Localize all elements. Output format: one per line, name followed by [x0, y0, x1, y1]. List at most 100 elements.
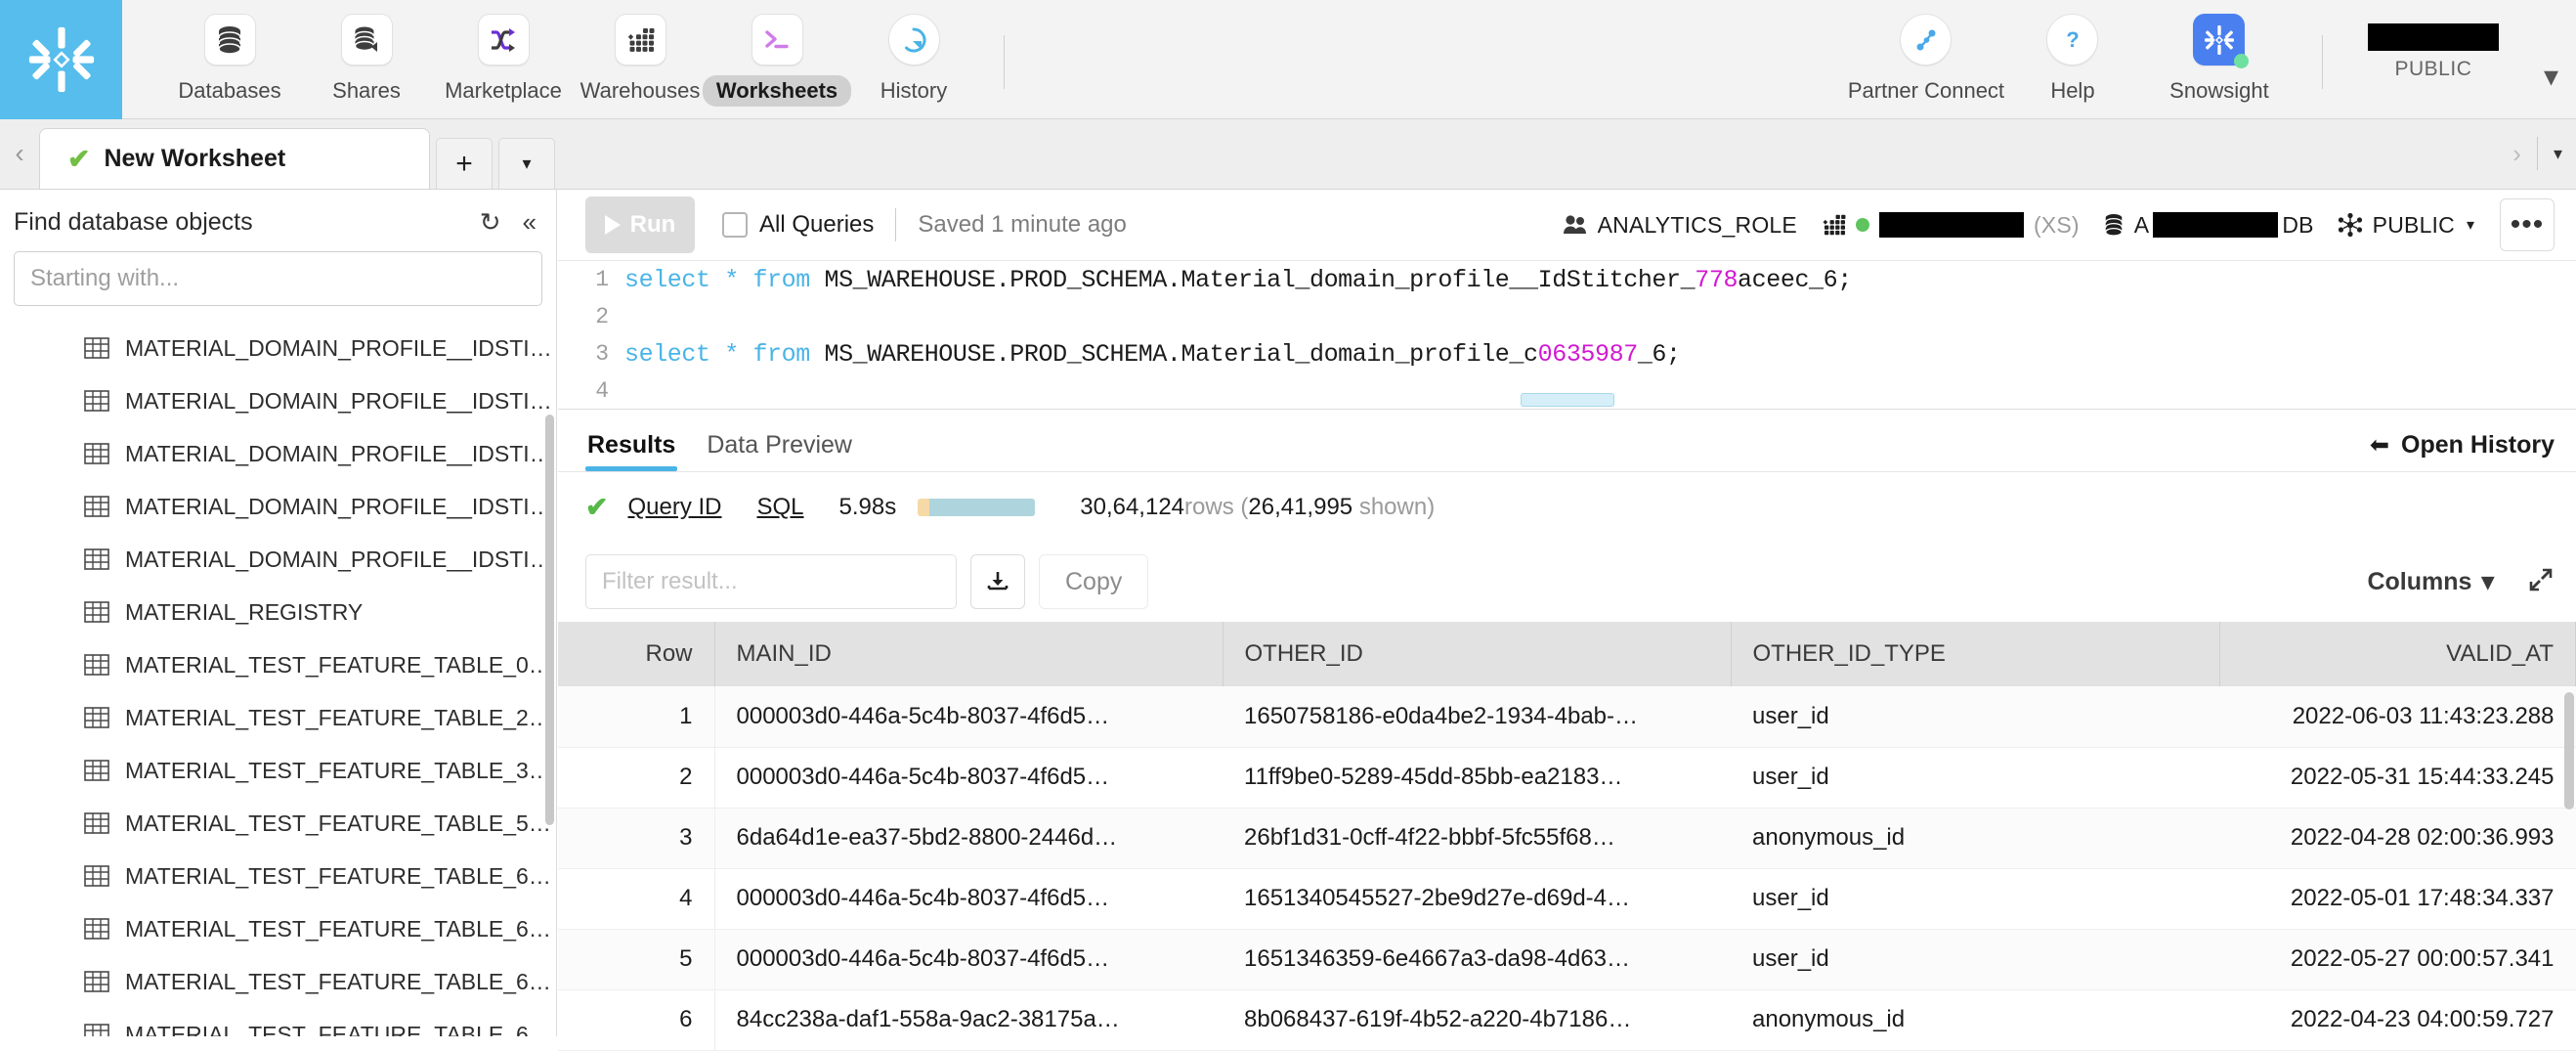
tab-results[interactable]: Results — [572, 431, 691, 471]
context-warehouse-selector[interactable]: (XS) — [1821, 212, 2080, 239]
database-suffix-label: DB — [2282, 211, 2314, 238]
all-queries-label: All Queries — [759, 211, 875, 238]
sidebar-list-item[interactable]: MATERIAL_DOMAIN_PROFILE__IDSTIT… — [0, 374, 556, 427]
schema-chevron-down-icon[interactable]: ▾ — [2467, 215, 2474, 235]
partner-connect-icon — [1916, 29, 1936, 50]
snowsight-status-dot — [2234, 54, 2250, 68]
sidebar-list-item[interactable]: MATERIAL_TEST_FEATURE_TABLE_631… — [0, 850, 556, 902]
cell-other-id-type: user_id — [1731, 868, 2219, 930]
worksheet-menu-chevron-down-icon[interactable]: ▾ — [498, 138, 555, 189]
sidebar-list-item-label: MATERIAL_TEST_FEATURE_TABLE_675… — [125, 1021, 556, 1037]
nav-item-shares[interactable]: Shares — [298, 14, 435, 107]
results-grid-scrollbar[interactable] — [2564, 692, 2574, 810]
open-history-button[interactable]: ⬅ Open History — [2370, 431, 2555, 471]
query-id-link[interactable]: Query ID — [627, 494, 721, 521]
download-results-button[interactable] — [970, 554, 1025, 609]
top-navigation-bar: Databases Shares Marketplace Warehouses … — [0, 0, 2576, 119]
sql-code-line: 3 select * from MS_WAREHOUSE.PROD_SCHEMA.… — [558, 335, 2576, 372]
all-queries-checkbox[interactable] — [722, 212, 748, 238]
filter-result-input[interactable] — [585, 554, 957, 609]
sidebar-list-item[interactable]: MATERIAL_TEST_FEATURE_TABLE_675… — [0, 1008, 556, 1036]
nav-item-help[interactable]: ? Help — [1999, 14, 2146, 107]
context-schema-selector[interactable]: PUBLIC ▾ — [2338, 212, 2474, 239]
tabs-scroll-right-icon[interactable]: › — [2512, 139, 2521, 169]
sidebar-list-item[interactable]: MATERIAL_TEST_FEATURE_TABLE_30F… — [0, 744, 556, 797]
context-role-selector[interactable]: ANALYTICS_ROLE — [1563, 212, 1797, 239]
sidebar-list-item[interactable]: MATERIAL_TEST_FEATURE_TABLE_5BE… — [0, 797, 556, 850]
column-header-other-id-type[interactable]: OTHER_ID_TYPE — [1731, 622, 2220, 686]
download-icon — [987, 572, 1009, 591]
sql-token: * — [724, 339, 739, 369]
row-count-rows-word: rows ( — [1184, 493, 1249, 520]
table-row[interactable]: 3 6da64d1e-ea37-5bd2-8800-2446d… 26bf1d31-… — [558, 808, 2576, 869]
sidebar-list-item[interactable]: MATERIAL_DOMAIN_PROFILE__IDSTIT… — [0, 480, 556, 533]
table-row[interactable]: 4 000003d0-446a-5c4b-8037-4f6d5… 165134054… — [558, 868, 2576, 930]
sql-line-content[interactable]: select * from MS_WAREHOUSE.PROD_SCHEMA.M… — [624, 266, 1852, 294]
sidebar-list-item[interactable]: MATERIAL_TEST_FEATURE_TABLE_631… — [0, 902, 556, 955]
table-row[interactable]: 2 000003d0-446a-5c4b-8037-4f6d5… 11ff9be0-… — [558, 747, 2576, 809]
expand-results-button[interactable] — [2527, 566, 2555, 598]
duration-segment-queued — [918, 498, 930, 516]
column-header-other-id[interactable]: OTHER_ID — [1223, 622, 1732, 686]
worksheet-tab-new-worksheet[interactable]: ✔ New Worksheet — [39, 128, 430, 189]
snowflake-logo-button[interactable] — [0, 0, 122, 119]
results-tab-bar: Results Data Preview ⬅ Open History — [558, 409, 2576, 471]
cell-other-id-type: user_id — [1731, 929, 2219, 990]
tabstrip-divider — [2536, 137, 2538, 170]
sql-token: MS_WAREHOUSE.PROD_SCHEMA.Material_domain… — [809, 265, 1696, 294]
sidebar-list-item-label: MATERIAL_TEST_FEATURE_TABLE_213… — [125, 704, 556, 730]
sql-link[interactable]: SQL — [757, 494, 804, 521]
cell-valid-at: 2022-05-01 17:48:34.337 — [2219, 868, 2576, 930]
tabstrip-overflow-chevron-down-icon[interactable]: ▾ — [2554, 144, 2562, 164]
question-mark-icon: ? — [2066, 27, 2079, 52]
tabs-scroll-left-icon[interactable]: ‹ — [0, 118, 39, 189]
sql-token: _6; — [1637, 339, 1681, 369]
nav-item-marketplace[interactable]: Marketplace — [435, 14, 572, 107]
new-worksheet-button[interactable]: + — [436, 138, 493, 189]
sql-line-content[interactable]: select * from MS_WAREHOUSE.PROD_SCHEMA.M… — [624, 340, 1681, 369]
user-menu-chevron-down-icon[interactable]: ▾ — [2544, 38, 2558, 94]
nav-item-databases[interactable]: Databases — [161, 14, 298, 107]
sql-editor[interactable]: 1 select * from MS_WAREHOUSE.PROD_SCHEMA.… — [558, 260, 2576, 409]
sidebar-list-item[interactable]: MATERIAL_DOMAIN_PROFILE__IDSTIT… — [0, 322, 556, 374]
nav-label-databases: Databases — [178, 78, 281, 103]
table-row[interactable]: 6 84cc238a-daf1-558a-9ac2-38175a… 8b068437… — [558, 989, 2576, 1051]
sidebar-list-item[interactable]: MATERIAL_DOMAIN_PROFILE__IDSTIT… — [0, 533, 556, 586]
sidebar-list-item[interactable]: MATERIAL_TEST_FEATURE_TABLE_0B7… — [0, 638, 556, 691]
nav-item-worksheets[interactable]: Worksheets — [702, 14, 852, 107]
column-header-main-id[interactable]: MAIN_ID — [714, 622, 1224, 686]
columns-dropdown[interactable]: Columns ▾ — [2367, 567, 2494, 596]
refresh-icon[interactable]: ↻ — [480, 207, 501, 238]
column-header-row[interactable]: Row — [558, 622, 715, 686]
context-database-selector[interactable]: A DB — [2103, 212, 2314, 239]
worksheet-more-options-button[interactable]: ••• — [2500, 198, 2555, 251]
sidebar-list-item[interactable]: MATERIAL_REGISTRY — [0, 586, 556, 638]
sidebar-scrollbar[interactable] — [545, 415, 554, 825]
sidebar-list-item[interactable]: MATERIAL_TEST_FEATURE_TABLE_675… — [0, 955, 556, 1008]
table-row[interactable]: 5 000003d0-446a-5c4b-8037-4f6d5… 165134635… — [558, 929, 2576, 990]
run-button[interactable]: Run — [585, 197, 695, 253]
nav-item-warehouses[interactable]: Warehouses — [572, 14, 708, 107]
sidebar-list-item[interactable]: MATERIAL_DOMAIN_PROFILE__IDSTIT… — [0, 427, 556, 480]
cell-other-id: 8b068437-619f-4b52-a220-4b7186… — [1223, 989, 1731, 1051]
nav-item-partner-connect[interactable]: Partner Connect — [1848, 14, 2004, 107]
sidebar-list-item[interactable]: MATERIAL_TEST_FEATURE_TABLE_213… — [0, 691, 556, 744]
tab-data-preview[interactable]: Data Preview — [691, 431, 868, 471]
table-row[interactable]: 1 000003d0-446a-5c4b-8037-4f6d5… 165075818… — [558, 686, 2576, 748]
sql-token: select — [624, 265, 710, 294]
cell-other-id-type: anonymous_id — [1731, 808, 2219, 869]
nav-item-snowsight[interactable]: Snowsight — [2146, 14, 2293, 107]
nav-item-history[interactable]: History — [845, 14, 982, 107]
sql-line-number: 2 — [595, 304, 609, 329]
database-object-search-input[interactable] — [14, 251, 542, 306]
collapse-left-icon[interactable]: « — [523, 207, 537, 238]
copy-results-button[interactable]: Copy — [1039, 554, 1149, 609]
table-icon — [84, 548, 109, 570]
user-account-block[interactable]: PUBLIC — [2340, 14, 2526, 81]
column-header-valid-at[interactable]: VALID_AT — [2219, 622, 2576, 686]
query-success-check-icon: ✔ — [585, 492, 609, 522]
run-button-label: Run — [629, 211, 676, 238]
sql-token: aceec_6; — [1738, 265, 1852, 294]
editor-resize-handle[interactable] — [1520, 393, 1614, 407]
all-queries-toggle[interactable]: All Queries — [722, 211, 874, 239]
